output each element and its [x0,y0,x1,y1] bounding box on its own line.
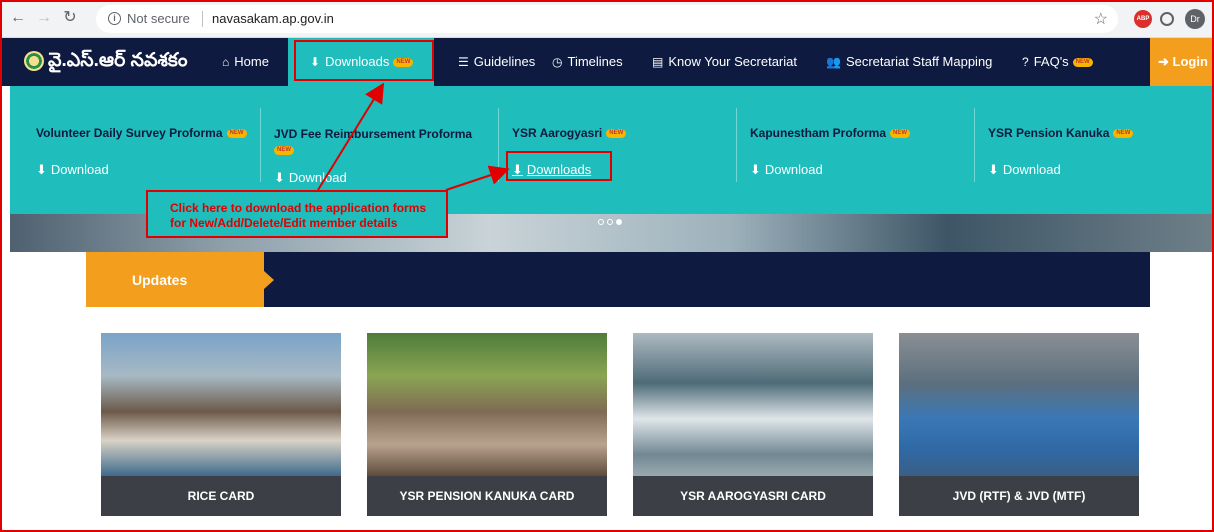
annotation-arrow-to-nav [317,82,385,191]
annotation-arrow-to-link [445,165,510,191]
annotation-arrows [317,82,510,191]
